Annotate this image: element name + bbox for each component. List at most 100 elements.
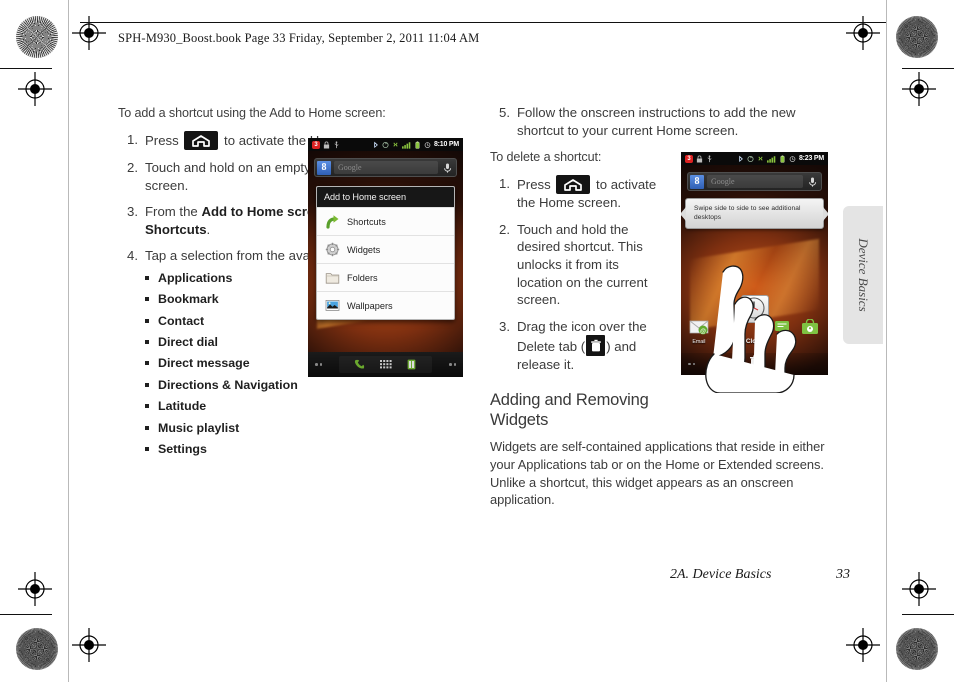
- notification-badge: 3: [312, 140, 320, 149]
- app-email[interactable]: @ Email: [685, 319, 713, 345]
- google-logo-icon: 8: [317, 160, 331, 175]
- gear-icon: [325, 242, 340, 257]
- app-market[interactable]: Market: [796, 318, 824, 345]
- home-screen-app-row: @ Email Contacts Clock Messaging: [681, 318, 828, 345]
- rosette-mark-top-left: [16, 16, 58, 58]
- step-2: 2. Touch and hold the desired shortcut. …: [490, 221, 660, 309]
- step-text-part-1: From the: [145, 204, 202, 220]
- dialog-item-shortcuts[interactable]: Shortcuts: [317, 207, 454, 235]
- step-text: Touch and hold the desired shortcut. Thi…: [517, 221, 648, 308]
- tooltip-text: Swipe side to side to see additional des…: [694, 204, 801, 221]
- rosette-mark-top-right: [896, 16, 938, 58]
- browser-icon[interactable]: [405, 358, 418, 371]
- step-number: 1.: [499, 176, 510, 192]
- home-dock-bar: [681, 353, 828, 375]
- dialog-title: Add to Home screen: [317, 187, 454, 207]
- status-bar-right-icons: 8:23 PM: [737, 155, 824, 163]
- side-tab-label: Device Basics: [856, 238, 871, 312]
- google-search-widget[interactable]: 8 Google: [687, 172, 822, 191]
- page-rule-top-left: [0, 68, 52, 69]
- step-text-before: Press: [517, 177, 555, 193]
- status-bar: 3 8:23 PM: [681, 152, 828, 165]
- home-key-icon: [184, 131, 219, 151]
- status-bar: 3 8:10 PM: [308, 138, 463, 151]
- crosshair-mark-left-upper: [18, 72, 52, 106]
- page-rule-bottom-left: [0, 614, 52, 615]
- battery-icon: [415, 141, 420, 149]
- app-label: Email: [692, 339, 706, 345]
- step-number: 5.: [499, 105, 510, 120]
- alarm-icon: [789, 155, 796, 162]
- home-dock-bar: [308, 352, 463, 377]
- svg-text:@: @: [700, 329, 706, 335]
- delete-tab-trash-icon[interactable]: [749, 355, 760, 373]
- list-item: Latitude: [145, 399, 418, 414]
- app-grid-icon[interactable]: [379, 358, 392, 371]
- manual-page: SPH-M930_Boost.book Page 33 Friday, Sept…: [0, 0, 954, 682]
- app-clock[interactable]: Clock: [741, 318, 769, 345]
- bluetooth-icon: [739, 155, 743, 162]
- call-icon[interactable]: [353, 358, 366, 371]
- alarm-icon: [424, 141, 431, 148]
- app-label: Clock: [745, 338, 764, 345]
- dialog-item-label: Wallpapers: [347, 300, 393, 311]
- bluetooth-icon: [374, 141, 378, 148]
- step-1: 1. Press to activate the Home screen.: [490, 175, 660, 212]
- phone-screenshot-add-to-home: 3 8:10 PM 8 Google Add to Home screen Sh…: [308, 138, 463, 377]
- step-text: Follow the onscreen instructions to add …: [517, 105, 796, 138]
- dialog-item-wallpapers[interactable]: Wallpapers: [317, 291, 454, 319]
- crosshair-mark-right-lower: [902, 572, 936, 606]
- footer-page-number: 33: [836, 567, 850, 582]
- crosshair-mark-bottom-right: [846, 628, 880, 662]
- arrow-shortcut-icon: [325, 214, 340, 229]
- status-bar-clock: 8:10 PM: [433, 141, 459, 148]
- delete-shortcut-steps: 1. Press to activate the Home screen. 2.…: [490, 175, 660, 373]
- page-guide-right: [886, 0, 887, 682]
- step-number: 2.: [127, 160, 138, 176]
- dock-shortcuts: [339, 356, 432, 373]
- dialog-item-label: Folders: [347, 272, 378, 283]
- step-text-before: Press: [145, 133, 183, 149]
- add-shortcut-steps-continued: 5. Follow the onscreen instructions to a…: [490, 104, 835, 139]
- battery-icon: [780, 155, 785, 163]
- status-bar-clock: 8:23 PM: [798, 155, 824, 162]
- running-head: SPH-M930_Boost.book Page 33 Friday, Sept…: [118, 31, 480, 45]
- dialog-item-folders[interactable]: Folders: [317, 263, 454, 291]
- search-input[interactable]: Google: [707, 175, 803, 188]
- step-number: 1.: [127, 132, 138, 148]
- app-contacts[interactable]: Contacts: [713, 319, 741, 345]
- network-activity-icon: [758, 156, 763, 161]
- lock-icon: [323, 141, 330, 148]
- step-emphasis-shortcuts: Shortcuts: [145, 221, 207, 237]
- clock-icon: [744, 318, 764, 337]
- step-3: 3. Drag the icon over the Delete tab ( )…: [490, 318, 660, 374]
- dialog-item-label: Shortcuts: [347, 216, 386, 227]
- status-bar-right-icons: 8:10 PM: [372, 141, 459, 149]
- mic-icon[interactable]: [441, 161, 454, 175]
- dialog-item-label: Widgets: [347, 244, 381, 255]
- signal-bars-icon: [401, 141, 411, 149]
- home-key-icon: [556, 175, 591, 195]
- step-number: 3.: [499, 318, 510, 334]
- left-lead-text: To add a shortcut using the Add to Home …: [118, 106, 386, 120]
- side-tab-device-basics: Device Basics: [843, 206, 883, 344]
- dialog-item-widgets[interactable]: Widgets: [317, 235, 454, 263]
- page-indicator-left: [688, 362, 695, 366]
- picture-icon: [325, 298, 340, 313]
- crosshair-mark-left-lower: [18, 572, 52, 606]
- usb-icon: [334, 140, 339, 148]
- google-search-widget[interactable]: 8 Google: [314, 158, 457, 177]
- search-input[interactable]: Google: [334, 161, 438, 174]
- mic-icon[interactable]: [806, 175, 819, 189]
- app-label: Contacts: [716, 339, 737, 345]
- usb-icon: [707, 154, 712, 162]
- page-rule-bottom-right: [902, 614, 954, 615]
- list-item: Music playlist: [145, 421, 418, 436]
- messaging-icon: [772, 319, 792, 338]
- app-messaging[interactable]: Messaging: [768, 319, 796, 345]
- page-indicator-left: [315, 363, 322, 366]
- lock-icon: [696, 155, 703, 162]
- swipe-hint-tooltip: Swipe side to side to see additional des…: [681, 198, 828, 229]
- section-heading-adding-removing-widgets: Adding and Removing Widgets: [490, 390, 649, 429]
- status-bar-left-icons: 3: [312, 140, 340, 149]
